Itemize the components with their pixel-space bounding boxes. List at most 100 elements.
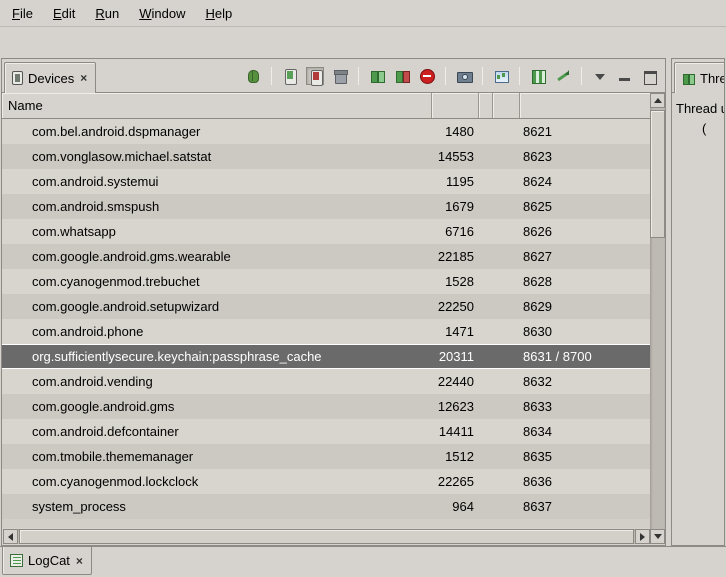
column-header-name[interactable]: Name — [2, 93, 432, 118]
process-name: com.android.defcontainer — [2, 424, 432, 439]
logcat-icon — [10, 554, 23, 567]
menu-edit[interactable]: Edit — [43, 2, 85, 25]
process-pid: 6716 — [432, 224, 479, 239]
horizontal-scrollbar[interactable] — [3, 529, 650, 544]
table-row[interactable]: com.vonglasow.michael.satstat 14553 8623 — [2, 144, 650, 169]
update-threads-icon[interactable] — [368, 67, 386, 85]
table-row[interactable]: com.tmobile.thememanager 1512 8635 — [2, 444, 650, 469]
table-row[interactable]: com.whatsapp 6716 8626 — [2, 219, 650, 244]
process-name: com.android.systemui — [2, 174, 432, 189]
table-row[interactable]: com.bel.android.dspmanager 1480 8621 — [2, 119, 650, 144]
start-opengl-trace-icon[interactable] — [554, 67, 572, 85]
process-port: 8637 — [520, 499, 650, 514]
close-icon[interactable]: × — [75, 554, 84, 568]
table-row[interactable]: com.android.smspush 1679 8625 — [2, 194, 650, 219]
table-row[interactable]: com.cyanogenmod.trebuchet 1528 8628 — [2, 269, 650, 294]
toolbar-separator — [581, 67, 582, 85]
process-pid: 1512 — [432, 449, 479, 464]
process-pid: 12623 — [432, 399, 479, 414]
ddms-window: FileEditRunWindowHelp Devices × Name — [0, 0, 726, 577]
scroll-up-button[interactable] — [650, 93, 665, 108]
tab-threads[interactable]: Threads — [674, 62, 725, 93]
main-area: Devices × Name com.bel.android.dspmanage… — [0, 58, 726, 546]
scroll-right-button[interactable] — [635, 529, 650, 544]
capture-hierarchy-icon[interactable] — [529, 67, 547, 85]
logcat-tab-label: LogCat — [28, 553, 70, 568]
devices-tabbar: Devices × — [2, 59, 665, 93]
view-menu-icon[interactable] — [591, 67, 609, 85]
device-table-header: Name — [2, 93, 650, 119]
arrow-up-icon — [654, 98, 662, 103]
threads-icon — [682, 72, 695, 85]
threads-message-line1: Thread up — [676, 99, 724, 119]
process-port: 8623 — [520, 149, 650, 164]
table-row[interactable]: com.android.systemui 1195 8624 — [2, 169, 650, 194]
process-port: 8633 — [520, 399, 650, 414]
process-name: com.google.android.gms — [2, 399, 432, 414]
scroll-left-button[interactable] — [3, 529, 18, 544]
process-pid: 1471 — [432, 324, 479, 339]
process-name: com.android.phone — [2, 324, 432, 339]
devices-panel: Devices × Name com.bel.android.dspmanage… — [1, 58, 666, 546]
bottom-tab-bar: LogCat × — [0, 546, 726, 577]
table-row[interactable]: com.google.android.setupwizard 22250 862… — [2, 294, 650, 319]
process-name: com.google.android.gms.wearable — [2, 249, 432, 264]
device-table-body: com.bel.android.dspmanager 1480 8621 com… — [2, 119, 650, 528]
device-icon — [12, 71, 23, 85]
minimize-icon[interactable] — [616, 67, 634, 85]
maximize-icon[interactable] — [641, 67, 659, 85]
menu-bar: FileEditRunWindowHelp — [0, 0, 726, 27]
stop-process-icon[interactable] — [418, 67, 436, 85]
horizontal-scroll-thumb[interactable] — [19, 529, 634, 544]
table-row[interactable]: com.google.android.gms 12623 8633 — [2, 394, 650, 419]
arrow-right-icon — [640, 533, 645, 541]
process-port: 8625 — [520, 199, 650, 214]
threads-message-line2: ( — [676, 119, 724, 139]
process-port: 8635 — [520, 449, 650, 464]
process-name: com.cyanogenmod.trebuchet — [2, 274, 432, 289]
toolbar-separator — [271, 67, 272, 85]
arrow-down-icon — [654, 534, 662, 539]
table-row[interactable]: com.google.android.gms.wearable 22185 86… — [2, 244, 650, 269]
menu-help[interactable]: Help — [195, 2, 242, 25]
table-row[interactable]: com.android.defcontainer 14411 8634 — [2, 419, 650, 444]
table-row[interactable]: system_process 964 8637 — [2, 494, 650, 519]
column-header-port[interactable] — [520, 93, 650, 118]
menu-window[interactable]: Window — [129, 2, 195, 25]
tab-logcat[interactable]: LogCat × — [2, 547, 92, 575]
column-header-pid[interactable] — [432, 93, 479, 118]
close-icon[interactable]: × — [79, 71, 88, 85]
process-name: com.bel.android.dspmanager — [2, 124, 432, 139]
screen-capture-icon[interactable] — [455, 67, 473, 85]
menu-file[interactable]: File — [2, 2, 43, 25]
menu-run[interactable]: Run — [85, 2, 129, 25]
start-method-profiling-icon[interactable] — [393, 67, 411, 85]
table-row[interactable]: org.sufficientlysecure.keychain:passphra… — [2, 344, 650, 369]
process-port: 8621 — [520, 124, 650, 139]
process-port: 8628 — [520, 274, 650, 289]
process-port: 8627 — [520, 249, 650, 264]
process-port: 8634 — [520, 424, 650, 439]
table-row[interactable]: com.android.vending 22440 8632 — [2, 369, 650, 394]
process-pid: 964 — [432, 499, 479, 514]
dump-hprof-icon[interactable] — [306, 67, 324, 85]
process-name: com.vonglasow.michael.satstat — [2, 149, 432, 164]
tab-devices[interactable]: Devices × — [4, 62, 96, 93]
update-heap-icon[interactable] — [281, 67, 299, 85]
toolbar-separator — [445, 67, 446, 85]
system-info-icon[interactable] — [492, 67, 510, 85]
process-pid: 14411 — [432, 424, 479, 439]
devices-toolbar — [244, 63, 659, 89]
process-port: 8636 — [520, 474, 650, 489]
cause-gc-icon[interactable] — [331, 67, 349, 85]
vertical-scrollbar[interactable] — [650, 93, 665, 544]
debug-process-icon[interactable] — [244, 67, 262, 85]
table-row[interactable]: com.android.phone 1471 8630 — [2, 319, 650, 344]
table-row[interactable]: com.cyanogenmod.lockclock 22265 8636 — [2, 469, 650, 494]
process-pid: 1528 — [432, 274, 479, 289]
column-header-spacer2[interactable] — [493, 93, 520, 118]
vertical-scroll-thumb[interactable] — [650, 110, 665, 238]
toolbar-separator — [358, 67, 359, 85]
scroll-down-button[interactable] — [650, 529, 665, 544]
column-header-spacer1[interactable] — [479, 93, 493, 118]
